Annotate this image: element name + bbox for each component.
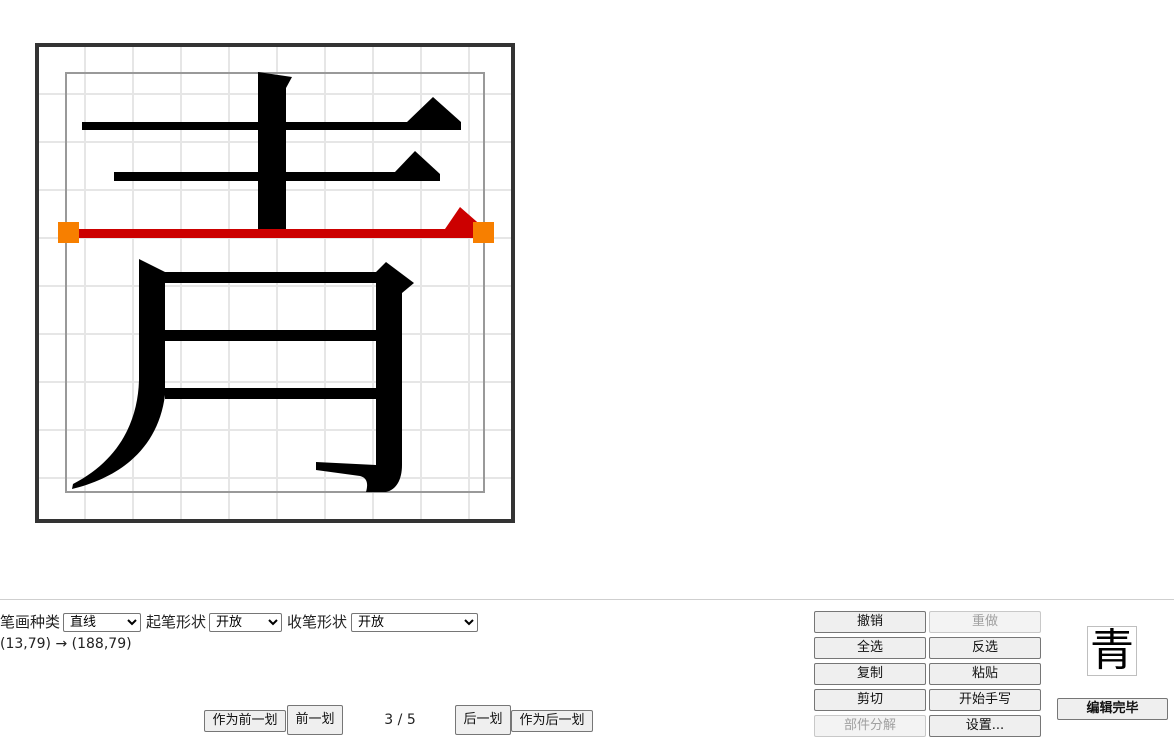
copy-button[interactable]: 复制 <box>814 663 926 685</box>
finish-editing-button[interactable]: 编辑完毕 <box>1057 698 1168 720</box>
next-stroke-button[interactable]: 后一划 <box>455 705 511 735</box>
current-stroke-number: 3 <box>384 712 394 728</box>
decompose-button[interactable]: 部件分解 <box>814 715 926 737</box>
start-shape-label: 起笔形状 <box>146 613 207 631</box>
page-separator: / <box>397 712 403 728</box>
start-handwriting-button[interactable]: 开始手写 <box>929 689 1041 711</box>
stroke-page-indicator: 3 / 5 <box>380 712 420 728</box>
character-preview: 青 <box>1087 626 1137 676</box>
paste-button[interactable]: 粘贴 <box>929 663 1041 685</box>
panel-divider <box>0 599 1174 600</box>
end-shape-select[interactable]: 开放 <box>351 613 478 632</box>
stroke-type-label: 笔画种类 <box>0 613 61 631</box>
stroke-type-select[interactable]: 直线 <box>63 613 141 632</box>
set-as-next-button[interactable]: 作为后一划 <box>511 710 593 732</box>
end-shape-label: 收笔形状 <box>287 613 348 631</box>
start-shape-select[interactable]: 开放 <box>209 613 282 632</box>
stroke-vertical[interactable] <box>258 72 292 237</box>
end-coordinate: (188,79) <box>71 636 132 652</box>
stroke-inner-horizontal-2[interactable] <box>165 388 376 399</box>
stroke-hook[interactable] <box>165 262 414 492</box>
set-as-prev-button[interactable]: 作为前一划 <box>204 710 286 732</box>
invert-selection-button[interactable]: 反选 <box>929 637 1041 659</box>
stroke-coordinates: (13,79) → (188,79) <box>0 635 132 653</box>
square-handle-icon[interactable] <box>473 222 494 243</box>
undo-button[interactable]: 撤销 <box>814 611 926 633</box>
square-handle-icon[interactable] <box>58 222 79 243</box>
glyph-canvas[interactable] <box>0 0 1174 600</box>
start-coordinate: (13,79) <box>0 636 52 652</box>
redo-button[interactable]: 重做 <box>929 611 1041 633</box>
glyph-editor-svg[interactable] <box>0 0 1174 600</box>
prev-stroke-button[interactable]: 前一划 <box>287 705 343 735</box>
cut-button[interactable]: 剪切 <box>814 689 926 711</box>
total-strokes: 5 <box>406 712 416 728</box>
stroke-inner-horizontal-1[interactable] <box>165 330 376 341</box>
select-all-button[interactable]: 全选 <box>814 637 926 659</box>
settings-button[interactable]: 设置... <box>929 715 1041 737</box>
arrow-icon: → <box>55 636 68 652</box>
